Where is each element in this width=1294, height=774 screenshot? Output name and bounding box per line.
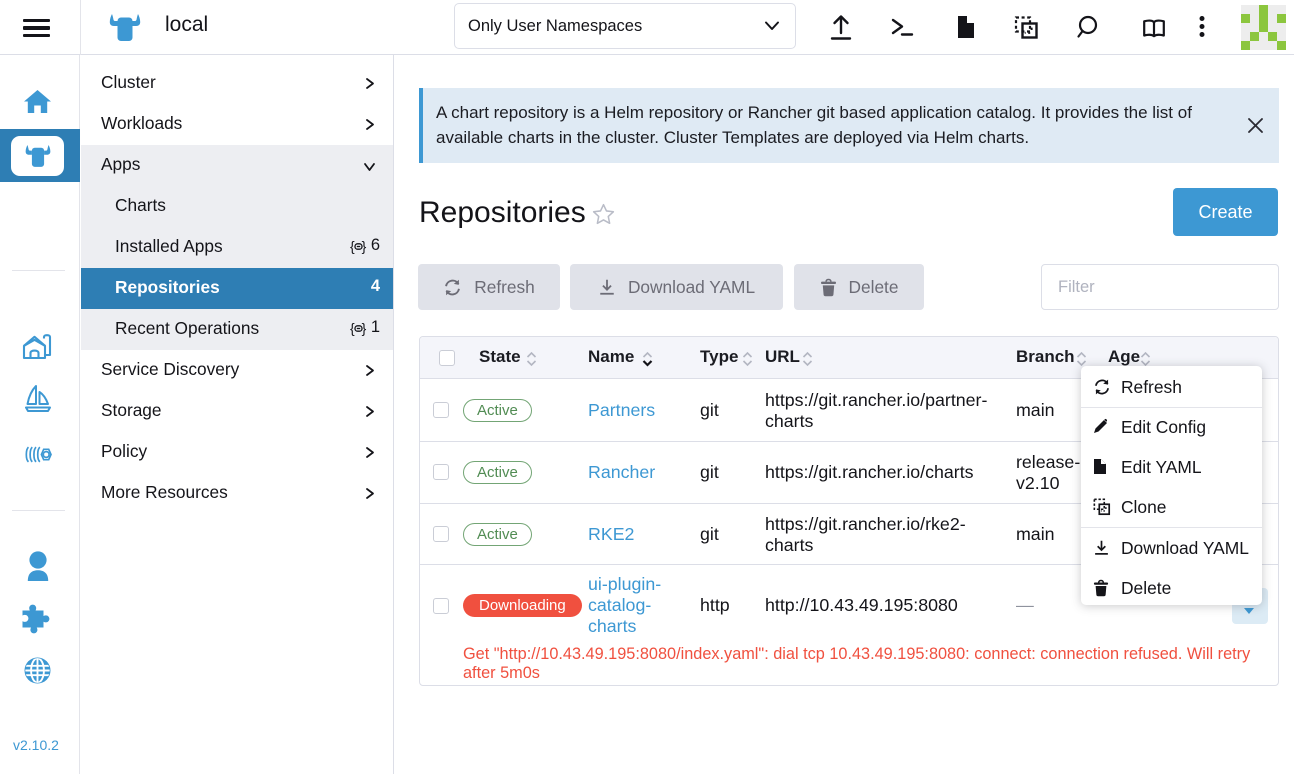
svg-text:{: { — [350, 239, 355, 254]
svg-text:}: } — [361, 321, 366, 336]
svg-text:{: { — [350, 321, 355, 336]
svg-text:}: } — [361, 239, 366, 254]
